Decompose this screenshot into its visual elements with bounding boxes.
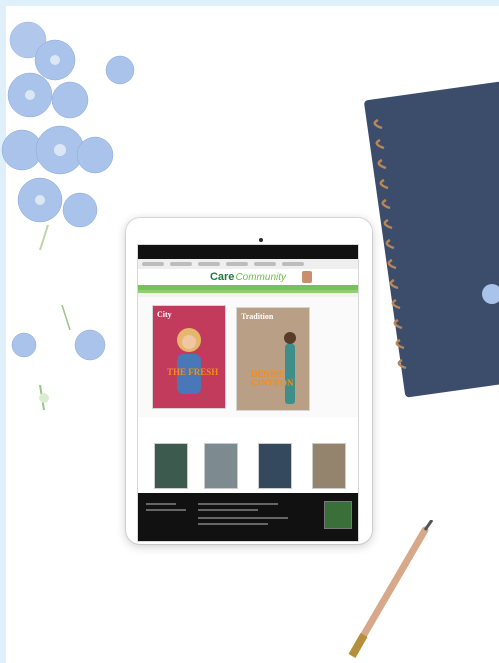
tablet: Care Community City THE FRESH Tradition xyxy=(126,218,372,544)
cover-name: THE FRESH xyxy=(167,367,219,377)
issue-thumbnail[interactable] xyxy=(312,443,346,489)
site-header: Care Community xyxy=(138,269,358,285)
issue-thumbnail[interactable] xyxy=(204,443,238,489)
featured-covers: City THE FRESH Tradition DENISE CINTRON xyxy=(138,297,358,417)
cover-person xyxy=(284,332,296,404)
issue-thumbnail[interactable] xyxy=(258,443,292,489)
issue-thumbnails xyxy=(138,435,358,499)
cover-title: City xyxy=(157,310,172,319)
logo-care: Care xyxy=(209,271,235,283)
issue-thumbnail[interactable] xyxy=(154,443,188,489)
magazine-cover-right[interactable]: Tradition DENISE CINTRON xyxy=(236,307,310,411)
cover-person xyxy=(177,328,201,394)
camera-dot xyxy=(259,238,263,242)
header-photo xyxy=(302,271,312,283)
status-bar xyxy=(138,245,358,259)
tablet-screen: Care Community City THE FRESH Tradition xyxy=(137,244,359,542)
subnav-bar xyxy=(138,290,358,293)
spacer xyxy=(138,417,358,435)
cover-name: DENISE CINTRON xyxy=(251,369,294,388)
magazine-cover-left[interactable]: City THE FRESH xyxy=(152,305,226,409)
cover-title: Tradition xyxy=(241,312,274,321)
logo-community: Community xyxy=(235,271,287,283)
spiral-notebook xyxy=(364,81,499,398)
footer-thumbnail[interactable] xyxy=(324,501,352,529)
browser-bookmarks-bar xyxy=(138,259,358,269)
site-footer xyxy=(138,493,358,541)
